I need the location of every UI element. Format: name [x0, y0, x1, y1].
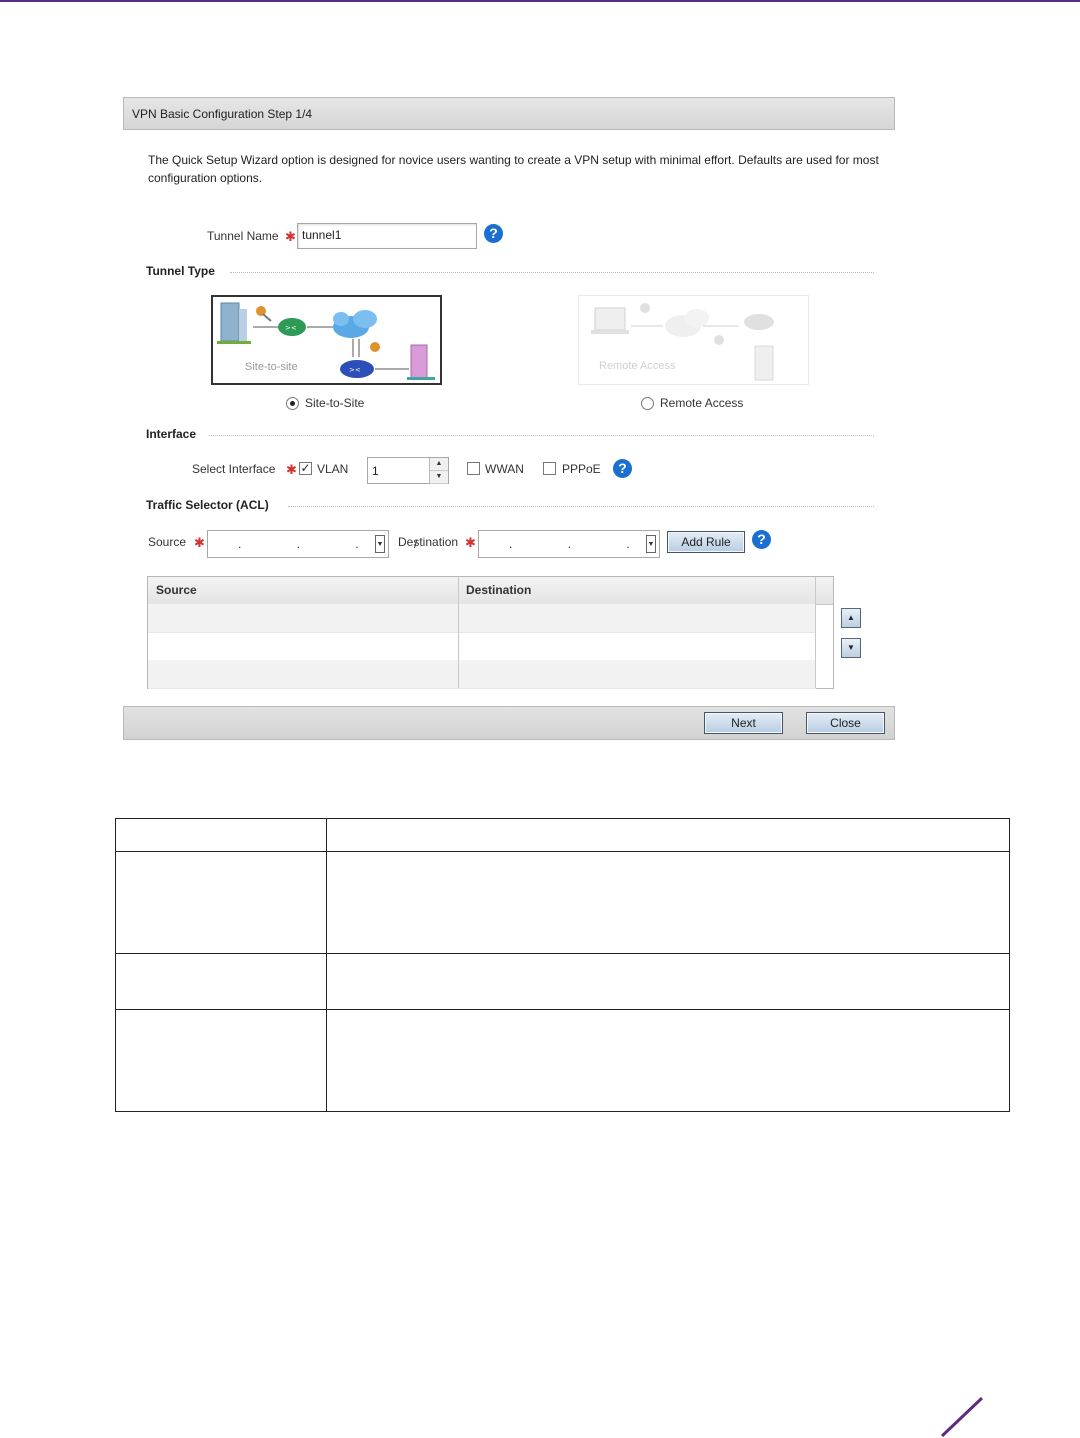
vlan-id-value: 1: [372, 464, 379, 478]
site-to-site-radio[interactable]: [286, 397, 299, 410]
section-divider: [288, 506, 874, 507]
interface-heading: Interface: [146, 427, 197, 441]
required-marker: ✱: [286, 462, 297, 477]
svg-text:><: ><: [349, 366, 361, 374]
section-divider: [209, 435, 874, 436]
table-row: [115, 1009, 1010, 1112]
remote-access-radio-label: Remote Access: [660, 396, 744, 410]
table-cell: [326, 953, 1010, 1010]
table-cell: [326, 851, 1010, 954]
wwan-label: WWAN: [485, 462, 524, 476]
column-divider: [815, 577, 816, 688]
page-top-rule: [0, 0, 1080, 2]
move-down-icon[interactable]: ▼: [841, 638, 861, 658]
required-marker: ✱: [465, 535, 476, 550]
table-cell: [115, 818, 327, 852]
traffic-selector-heading: Traffic Selector (ACL): [146, 498, 269, 512]
tunnel-name-label: Tunnel Name: [207, 229, 279, 243]
table-cell: [115, 851, 327, 954]
traffic-selector-section: Traffic Selector (ACL): [146, 498, 874, 512]
vlan-id-spinner[interactable]: 1 ▲ ▼: [367, 457, 449, 484]
vpn-wizard-dialog: VPN Basic Configuration Step 1/4 The Qui…: [123, 97, 897, 742]
destination-ip-input[interactable]: . . . / ▼: [478, 530, 688, 558]
svg-text:><: ><: [285, 324, 297, 332]
site-to-site-card[interactable]: >< >< Site-to-site: [211, 295, 442, 385]
required-marker: ✱: [194, 535, 205, 550]
help-icon[interactable]: ?: [484, 224, 503, 243]
column-header-source[interactable]: Source: [156, 583, 197, 597]
add-rule-button[interactable]: Add Rule: [667, 531, 745, 553]
remote-access-caption: Remote Access: [599, 360, 676, 372]
destination-label: Destination: [398, 535, 459, 549]
description-table: [115, 818, 1010, 1112]
wwan-checkbox[interactable]: [467, 462, 480, 475]
column-divider: [458, 577, 459, 688]
tunnel-type-section: Tunnel Type: [146, 264, 874, 278]
table-row[interactable]: [148, 660, 816, 689]
wizard-title: VPN Basic Configuration Step 1/4: [123, 97, 895, 130]
table-row: [115, 818, 1010, 852]
pppoe-label: PPPoE: [562, 462, 601, 476]
dropdown-icon[interactable]: ▼: [646, 535, 656, 553]
pppoe-checkbox[interactable]: [543, 462, 556, 475]
tunnel-type-heading: Tunnel Type: [146, 264, 215, 278]
table-row[interactable]: [148, 604, 816, 633]
close-button[interactable]: Close: [806, 712, 885, 734]
wizard-footer: Next Close: [123, 706, 895, 740]
next-button[interactable]: Next: [704, 712, 783, 734]
help-icon[interactable]: ?: [613, 459, 632, 478]
rules-table-header: Source Destination: [148, 577, 833, 605]
table-cell: [115, 953, 327, 1010]
remote-access-card[interactable]: Remote Access: [578, 295, 809, 385]
section-divider: [230, 272, 874, 273]
dropdown-icon[interactable]: ▼: [375, 535, 385, 553]
vlan-label: VLAN: [317, 462, 349, 476]
tunnel-name-input[interactable]: tunnel1: [297, 223, 477, 249]
table-row: [115, 953, 1010, 1010]
spinner-up-icon[interactable]: ▲: [430, 458, 448, 471]
wizard-intro-text: The Quick Setup Wizard option is designe…: [148, 153, 879, 185]
source-label: Source: [148, 535, 187, 549]
source-ip-input[interactable]: . . . / ▼: [207, 530, 417, 558]
column-header-destination[interactable]: Destination: [466, 583, 531, 597]
table-cell: [326, 1009, 1010, 1112]
table-row[interactable]: [148, 632, 816, 661]
move-up-icon[interactable]: ▲: [841, 608, 861, 628]
site-to-site-caption: Site-to-site: [245, 361, 298, 373]
table-cell: [115, 1009, 327, 1112]
interface-section: Interface: [146, 427, 874, 441]
table-row: [115, 851, 1010, 954]
vlan-checkbox[interactable]: ✓: [299, 462, 312, 475]
remote-access-radio[interactable]: [641, 397, 654, 410]
spinner-down-icon[interactable]: ▼: [430, 471, 448, 484]
table-cell: [326, 818, 1010, 852]
required-marker: ✱: [285, 229, 296, 244]
help-icon[interactable]: ?: [752, 530, 771, 549]
site-to-site-radio-label: Site-to-Site: [305, 396, 365, 410]
rules-table: Source Destination: [147, 576, 834, 689]
select-interface-label: Select Interface: [192, 462, 276, 476]
spinner-buttons: ▲ ▼: [429, 458, 448, 484]
brand-slash-icon: [940, 1396, 984, 1438]
